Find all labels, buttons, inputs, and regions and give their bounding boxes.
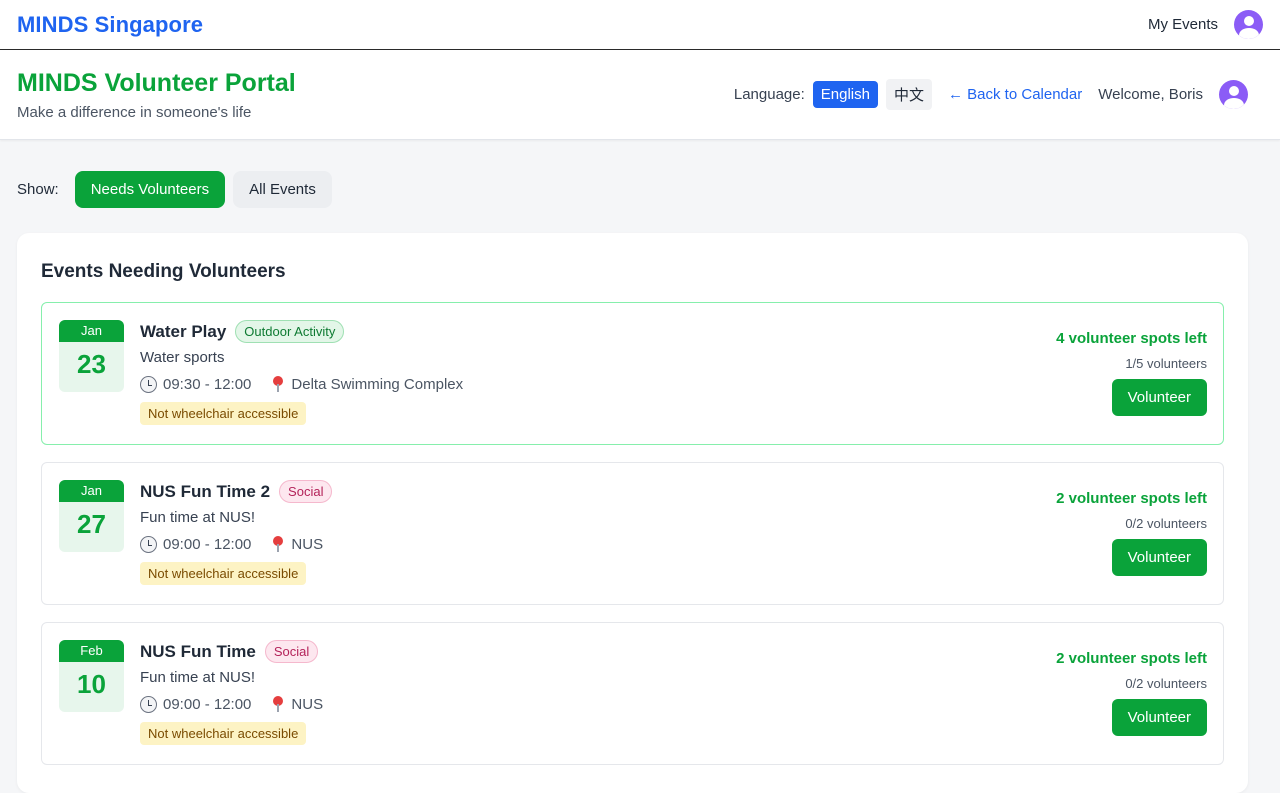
- event-item: Feb 10 NUS Fun Time Social Fun time at N…: [41, 622, 1224, 765]
- event-time-text: 09:00 - 12:00: [163, 696, 252, 713]
- event-volunteer-status: 4 volunteer spots left 1/5 volunteers Vo…: [1056, 330, 1207, 416]
- language-chinese-button[interactable]: 中文: [885, 79, 932, 110]
- portal-title-block: MINDS Volunteer Portal Make a difference…: [17, 69, 296, 121]
- volunteer-count: 0/2 volunteers: [1125, 516, 1207, 531]
- event-category-tag: Social: [279, 480, 333, 503]
- volunteer-button[interactable]: Volunteer: [1111, 699, 1207, 736]
- back-to-calendar-link[interactable]: ← Back to Calendar: [948, 86, 1082, 103]
- event-month: Jan: [59, 480, 124, 502]
- event-date: Jan 27: [59, 480, 124, 552]
- header-right: Language: English 中文 ← Back to Calendar …: [734, 79, 1248, 110]
- event-date: Jan 23: [59, 320, 124, 392]
- page-title: MINDS Volunteer Portal: [17, 68, 296, 97]
- event-item: Jan 23 Water Play Outdoor Activity Water…: [41, 302, 1224, 445]
- event-location: NUS: [271, 536, 323, 553]
- filter-needs-volunteers-button[interactable]: Needs Volunteers: [74, 171, 226, 208]
- event-item: Jan 27 NUS Fun Time 2 Social Fun time at…: [41, 462, 1224, 605]
- event-time: 09:30 - 12:00: [140, 376, 251, 393]
- filter-label: Show:: [17, 181, 59, 198]
- event-month: Jan: [59, 320, 124, 342]
- event-title-row: Water Play Outdoor Activity: [140, 320, 463, 343]
- volunteer-button[interactable]: Volunteer: [1111, 379, 1207, 416]
- spots-left: 2 volunteer spots left: [1056, 490, 1207, 507]
- event-month: Feb: [59, 640, 124, 662]
- section-title: Events Needing Volunteers: [41, 261, 286, 282]
- volunteer-count: 0/2 volunteers: [1125, 676, 1207, 691]
- portal-header: MINDS Volunteer Portal Make a difference…: [0, 50, 1280, 140]
- clock-icon: [140, 696, 157, 713]
- clock-icon: [140, 536, 157, 553]
- event-date: Feb 10: [59, 640, 124, 712]
- top-navbar: MINDS Singapore My Events: [0, 0, 1280, 50]
- user-avatar-icon[interactable]: [1234, 10, 1263, 39]
- event-category-tag: Social: [264, 640, 319, 663]
- topnav-right: My Events: [1148, 10, 1263, 39]
- event-day: 10: [77, 669, 106, 699]
- map-pin-icon: [271, 696, 285, 713]
- event-time-text: 09:00 - 12:00: [163, 536, 252, 553]
- event-details: NUS Fun Time Social Fun time at NUS! 09:…: [140, 640, 323, 745]
- welcome-text: Welcome, Boris: [1098, 86, 1203, 103]
- event-location-text: Delta Swimming Complex: [291, 376, 464, 393]
- event-description: Fun time at NUS!: [140, 669, 256, 686]
- filter-all-events-button[interactable]: All Events: [233, 171, 332, 208]
- event-details: Water Play Outdoor Activity Water sports…: [140, 320, 463, 425]
- user-avatar-icon[interactable]: [1219, 80, 1248, 109]
- event-meta: 09:00 - 12:00 NUS: [140, 536, 332, 553]
- event-time: 09:00 - 12:00: [140, 536, 251, 553]
- event-time-text: 09:30 - 12:00: [163, 376, 252, 393]
- clock-icon: [140, 376, 157, 393]
- event-volunteer-status: 2 volunteer spots left 0/2 volunteers Vo…: [1056, 490, 1207, 576]
- my-events-link[interactable]: My Events: [1148, 16, 1218, 33]
- event-volunteer-status: 2 volunteer spots left 0/2 volunteers Vo…: [1056, 650, 1207, 736]
- accessibility-badge: Not wheelchair accessible: [140, 402, 307, 425]
- events-card: Events Needing Volunteers Jan 23 Water P…: [17, 233, 1248, 793]
- event-location: Delta Swimming Complex: [271, 376, 463, 393]
- event-title-row: NUS Fun Time 2 Social: [140, 480, 333, 503]
- event-day: 27: [77, 509, 106, 539]
- volunteer-count: 1/5 volunteers: [1125, 356, 1207, 371]
- spots-left: 2 volunteer spots left: [1056, 650, 1207, 667]
- event-day: 23: [77, 349, 106, 379]
- event-title-row: NUS Fun Time Social: [140, 640, 323, 663]
- event-title[interactable]: NUS Fun Time 2: [140, 482, 270, 502]
- map-pin-icon: [271, 536, 285, 553]
- event-description: Water sports: [140, 349, 225, 366]
- event-location-text: NUS: [291, 536, 324, 553]
- event-location-text: NUS: [291, 696, 324, 713]
- volunteer-button[interactable]: Volunteer: [1111, 539, 1207, 576]
- event-filter: Show: Needs Volunteers All Events: [0, 140, 1280, 208]
- event-category-tag: Outdoor Activity: [235, 320, 345, 343]
- map-pin-icon: [271, 376, 285, 393]
- event-time: 09:00 - 12:00: [140, 696, 251, 713]
- accessibility-badge: Not wheelchair accessible: [140, 722, 307, 745]
- language-switcher: Language: English 中文: [734, 79, 932, 110]
- accessibility-badge: Not wheelchair accessible: [140, 562, 307, 585]
- event-location: NUS: [271, 696, 323, 713]
- language-label: Language:: [733, 86, 805, 103]
- event-meta: 09:30 - 12:00 Delta Swimming Complex: [140, 376, 463, 393]
- page-subtitle: Make a difference in someone's life: [17, 103, 252, 121]
- spots-left: 4 volunteer spots left: [1056, 330, 1207, 347]
- event-meta: 09:00 - 12:00 NUS: [140, 696, 323, 713]
- event-title[interactable]: NUS Fun Time: [140, 642, 256, 662]
- event-description: Fun time at NUS!: [140, 509, 256, 526]
- event-title[interactable]: Water Play: [140, 322, 226, 342]
- language-english-button[interactable]: English: [812, 81, 878, 108]
- event-details: NUS Fun Time 2 Social Fun time at NUS! 0…: [140, 480, 333, 585]
- brand-logo[interactable]: MINDS Singapore: [17, 12, 203, 38]
